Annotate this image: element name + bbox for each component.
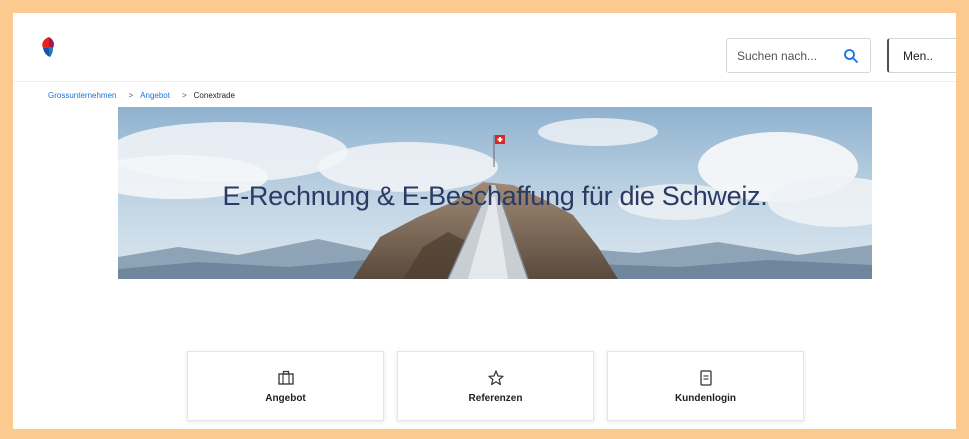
page: Suchen nach... Men.. Grossunternehmen > …: [13, 13, 956, 429]
star-icon: [487, 369, 504, 385]
breadcrumb: Grossunternehmen > Angebot > Conextrade: [48, 91, 235, 100]
tile-referenzen[interactable]: Referenzen: [397, 351, 594, 421]
tile-angebot[interactable]: Angebot: [187, 351, 384, 421]
tile-label: Kundenlogin: [674, 392, 737, 404]
hero-banner: E-Rechnung & E-Beschaffung für die Schwe…: [118, 107, 872, 279]
swisscom-logo-icon[interactable]: [37, 35, 63, 61]
search-input[interactable]: Suchen nach...: [726, 38, 871, 73]
breadcrumb-item-grossunternehmen[interactable]: Grossunternehmen: [48, 91, 116, 100]
tile-kundenlogin[interactable]: Kundenlogin: [607, 351, 804, 421]
breadcrumb-item-current: Conextrade: [193, 91, 235, 100]
tile-label: Angebot: [265, 392, 306, 404]
search-icon[interactable]: [838, 43, 864, 69]
chevron-right-icon: >: [181, 91, 187, 100]
tile-label: Referenzen: [468, 392, 523, 404]
document-icon: [699, 369, 712, 386]
briefcase-icon: [277, 370, 294, 385]
hero-title: E-Rechnung & E-Beschaffung für die Schwe…: [222, 181, 768, 211]
chevron-right-icon: >: [128, 91, 134, 100]
search-placeholder: Suchen nach...: [737, 48, 818, 63]
menu-button[interactable]: Men..: [887, 38, 956, 73]
menu-label: Men..: [903, 48, 934, 63]
breadcrumb-item-angebot[interactable]: Angebot: [140, 91, 170, 100]
header: Suchen nach... Men..: [13, 13, 956, 79]
header-divider: [13, 81, 956, 82]
